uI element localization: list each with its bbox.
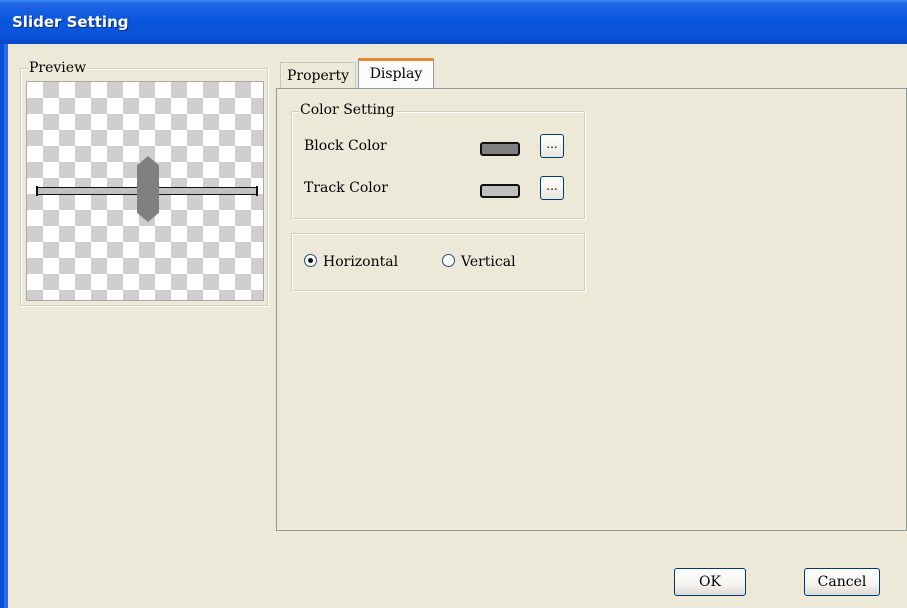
title-bar: Slider Setting [0,0,907,44]
vertical-radio[interactable]: Vertical [442,253,516,271]
horizontal-radio-dot [304,254,317,267]
horizontal-radio-label: Horizontal [323,254,399,270]
tab-display[interactable]: Display [358,58,434,89]
preview-canvas [26,81,264,301]
display-tab-panel: Block Color ... Track Color ... Color Se… [276,88,907,531]
preview-slider-block [137,156,159,222]
window-frame-left [0,44,8,608]
vertical-radio-dot [442,254,455,267]
cancel-button[interactable]: Cancel [804,568,880,596]
color-setting-label: Color Setting [299,102,396,118]
track-color-picker-button[interactable]: ... [540,176,564,200]
block-color-picker-button[interactable]: ... [540,134,564,158]
ok-button[interactable]: OK [674,568,746,596]
track-color-label: Track Color [304,180,388,196]
vertical-radio-label: Vertical [461,254,516,270]
preview-label: Preview [28,60,88,76]
tab-property[interactable]: Property [280,62,356,89]
block-color-label: Block Color [304,138,387,154]
preview-group [20,68,268,306]
color-setting-group: Block Color ... Track Color ... [291,111,585,219]
horizontal-radio[interactable]: Horizontal [304,253,398,271]
orientation-group: Horizontal Vertical [291,233,585,291]
window-title: Slider Setting [12,13,129,31]
block-color-swatch [480,142,520,156]
track-color-swatch [480,184,520,198]
